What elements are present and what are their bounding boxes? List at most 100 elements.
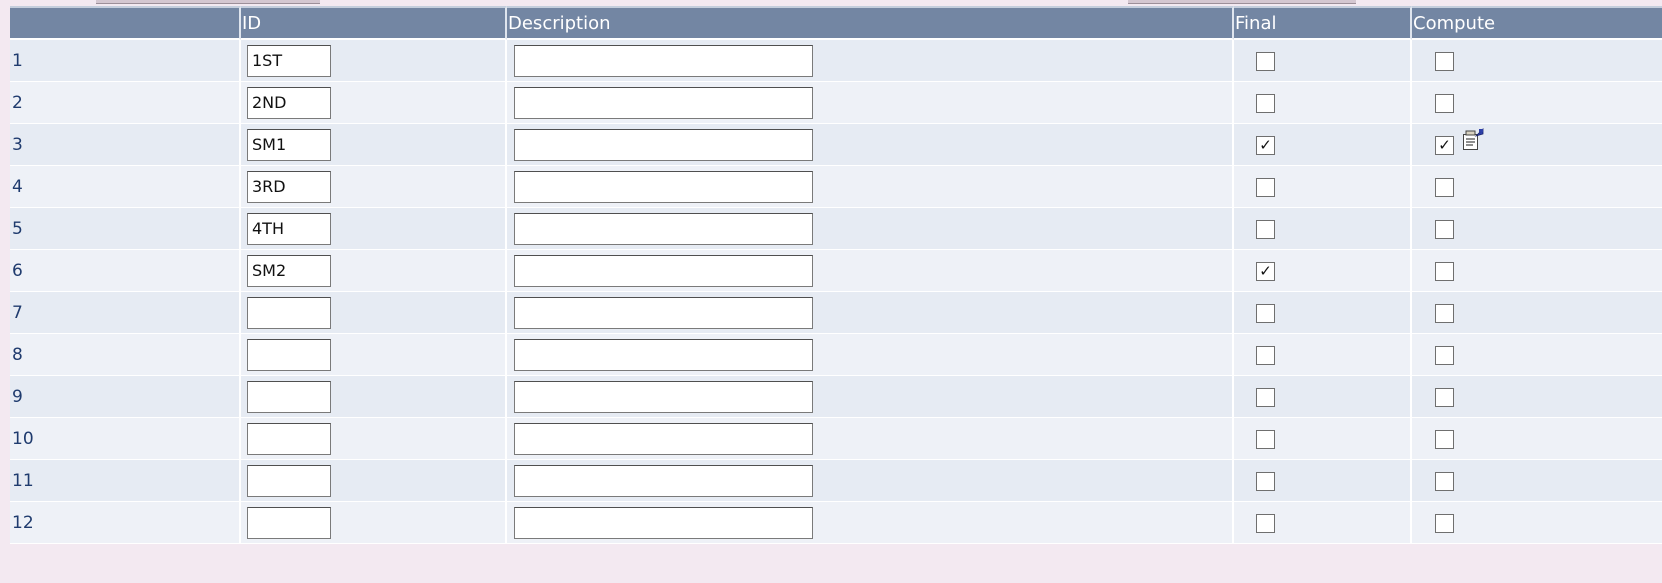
compute-cell: ✓ (1412, 124, 1662, 166)
description-cell (507, 208, 1234, 250)
compute-checkbox[interactable] (1435, 219, 1454, 239)
id-cell (241, 418, 507, 460)
description-input[interactable] (514, 380, 813, 413)
final-cell (1234, 40, 1412, 82)
row-number: 4 (10, 166, 241, 208)
id-cell (241, 40, 507, 82)
table-row: 11 (10, 460, 1662, 502)
final-checkbox[interactable] (1256, 471, 1275, 491)
description-input[interactable] (514, 296, 813, 329)
compute-checkbox[interactable] (1435, 303, 1454, 323)
final-checkbox[interactable]: ✓ (1256, 135, 1275, 155)
final-cell (1234, 502, 1412, 544)
id-cell (241, 208, 507, 250)
compute-checkbox[interactable] (1435, 261, 1454, 281)
description-cell (507, 250, 1234, 292)
final-cell (1234, 292, 1412, 334)
grading-periods-grid: ID Description Final Compute 123✓✓456✓78… (10, 6, 1662, 544)
compute-checkbox[interactable] (1435, 345, 1454, 365)
compute-cell (1412, 166, 1662, 208)
id-input[interactable] (247, 422, 331, 455)
compute-checkbox[interactable] (1435, 51, 1454, 71)
compute-cell (1412, 334, 1662, 376)
table-row: 1 (10, 40, 1662, 82)
description-input[interactable] (514, 422, 813, 455)
row-number: 1 (10, 40, 241, 82)
row-number: 11 (10, 460, 241, 502)
final-checkbox[interactable] (1256, 513, 1275, 533)
final-checkbox[interactable]: ✓ (1256, 261, 1275, 281)
compute-checkbox[interactable] (1435, 93, 1454, 113)
description-cell (507, 292, 1234, 334)
grading-periods-table: ID Description Final Compute 123✓✓456✓78… (10, 6, 1662, 544)
id-input[interactable] (247, 170, 331, 203)
table-row: 2 (10, 82, 1662, 124)
final-checkbox[interactable] (1256, 303, 1275, 323)
id-cell (241, 250, 507, 292)
id-cell (241, 124, 507, 166)
compute-cell (1412, 460, 1662, 502)
compute-checkbox[interactable] (1435, 471, 1454, 491)
id-input[interactable] (247, 296, 331, 329)
row-number: 6 (10, 250, 241, 292)
properties-sheet-icon[interactable] (1461, 128, 1485, 152)
row-number: 3 (10, 124, 241, 166)
id-input[interactable] (247, 380, 331, 413)
final-checkbox[interactable] (1256, 51, 1275, 71)
compute-cell (1412, 40, 1662, 82)
description-cell (507, 124, 1234, 166)
compute-checkbox[interactable] (1435, 387, 1454, 407)
id-input[interactable] (247, 506, 331, 539)
compute-cell (1412, 376, 1662, 418)
final-cell (1234, 460, 1412, 502)
description-input[interactable] (514, 254, 813, 287)
final-checkbox[interactable] (1256, 345, 1275, 365)
description-input[interactable] (514, 506, 813, 539)
description-cell (507, 82, 1234, 124)
id-input[interactable] (247, 44, 331, 77)
description-input[interactable] (514, 170, 813, 203)
description-cell (507, 166, 1234, 208)
row-number: 2 (10, 82, 241, 124)
id-input[interactable] (247, 86, 331, 119)
description-input[interactable] (514, 86, 813, 119)
row-number: 8 (10, 334, 241, 376)
column-header-compute[interactable]: Compute (1412, 6, 1662, 40)
description-input[interactable] (514, 128, 813, 161)
table-row: 3 ✓ ✓ (10, 124, 1662, 166)
column-header-final[interactable]: Final (1234, 6, 1412, 40)
final-checkbox[interactable] (1256, 429, 1275, 449)
id-input[interactable] (247, 254, 331, 287)
header-row: ID Description Final Compute (10, 6, 1662, 40)
id-cell (241, 460, 507, 502)
table-row: 6✓ (10, 250, 1662, 292)
description-input[interactable] (514, 44, 813, 77)
description-input[interactable] (514, 338, 813, 371)
id-input[interactable] (247, 128, 331, 161)
final-checkbox[interactable] (1256, 177, 1275, 197)
description-cell (507, 502, 1234, 544)
compute-checkbox[interactable]: ✓ (1435, 135, 1454, 155)
column-header-description[interactable]: Description (507, 6, 1234, 40)
description-input[interactable] (514, 464, 813, 497)
id-cell (241, 334, 507, 376)
id-input[interactable] (247, 464, 331, 497)
compute-checkbox[interactable] (1435, 429, 1454, 449)
id-cell (241, 166, 507, 208)
final-checkbox[interactable] (1256, 93, 1275, 113)
compute-cell (1412, 250, 1662, 292)
final-checkbox[interactable] (1256, 219, 1275, 239)
compute-checkbox[interactable] (1435, 513, 1454, 533)
compute-checkbox[interactable] (1435, 177, 1454, 197)
id-input[interactable] (247, 212, 331, 245)
final-cell: ✓ (1234, 250, 1412, 292)
final-cell (1234, 208, 1412, 250)
compute-cell (1412, 208, 1662, 250)
grid-body: 123✓✓456✓789101112 (10, 40, 1662, 544)
row-number: 5 (10, 208, 241, 250)
table-row: 5 (10, 208, 1662, 250)
id-input[interactable] (247, 338, 331, 371)
description-input[interactable] (514, 212, 813, 245)
column-header-id[interactable]: ID (241, 6, 507, 40)
final-checkbox[interactable] (1256, 387, 1275, 407)
